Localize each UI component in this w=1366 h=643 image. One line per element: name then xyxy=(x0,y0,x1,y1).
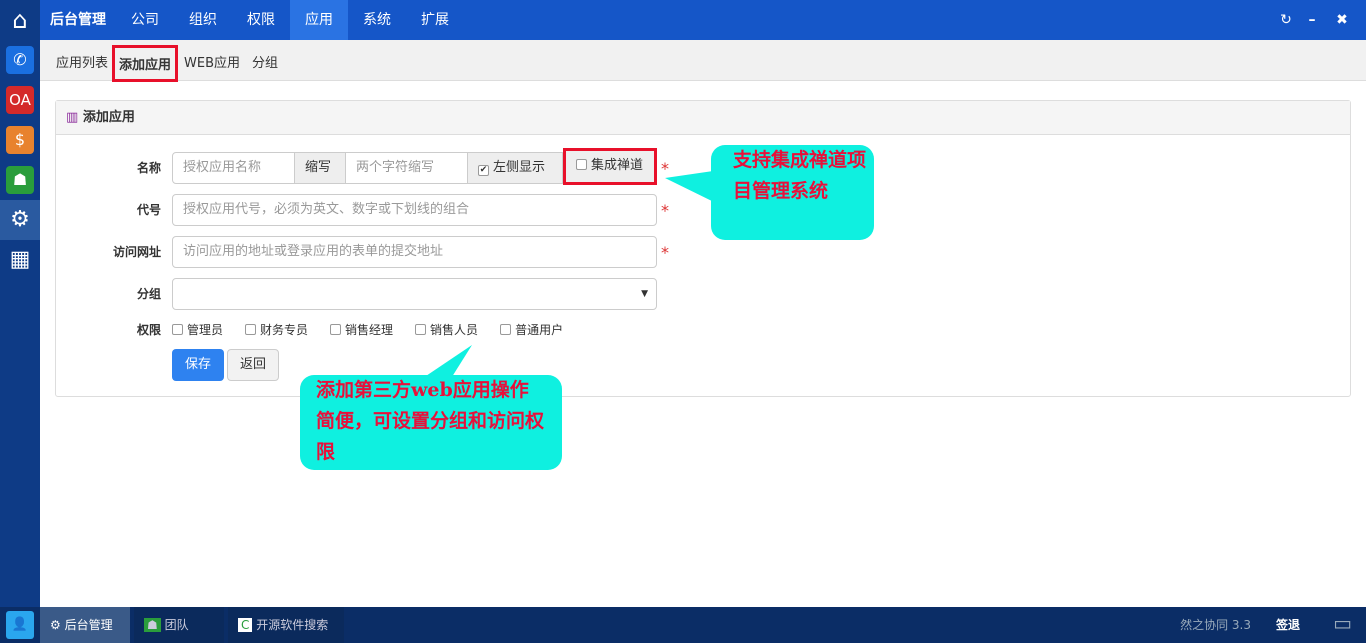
callout-zentao: 支持集成禅道项目管理系统 xyxy=(711,145,874,240)
avatar[interactable]: 👤 xyxy=(6,611,34,639)
desktop-icon[interactable]: ▭ xyxy=(1333,611,1352,635)
taskbar: 👤 ⚙ 后台管理 ☗ 团队 C 开源软件搜索 然之协同 3.3 签退 ▭ xyxy=(0,607,1366,643)
callout-web: 添加第三方web应用操作简便，可设置分组和访问权限 xyxy=(300,375,562,470)
task-search[interactable]: C 开源软件搜索 xyxy=(228,607,344,643)
version: 然之协同 3.3 xyxy=(1180,618,1251,632)
callout-pointers xyxy=(420,170,720,380)
team-icon: ☗ xyxy=(144,618,161,632)
task-admin[interactable]: ⚙ 后台管理 xyxy=(40,607,130,643)
app-icon: C xyxy=(238,618,253,632)
signout-button[interactable]: 签退 xyxy=(1276,607,1300,643)
task-team[interactable]: ☗ 团队 xyxy=(134,607,224,643)
